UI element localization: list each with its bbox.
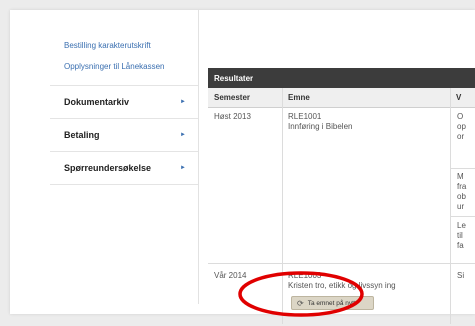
column-divider <box>282 88 283 324</box>
semester-cell: Vår 2014 <box>214 271 247 280</box>
sidebar-item-label: Dokumentarkiv <box>64 97 130 107</box>
v-cell-text: Le <box>457 221 466 230</box>
sidebar-item-dokumentarkiv[interactable]: Dokumentarkiv ► <box>50 85 198 118</box>
v-cell-text: Si <box>457 271 465 280</box>
retake-course-button[interactable]: ⟳ Ta emnet på nytt <box>291 296 374 310</box>
v-cell-text: op <box>457 122 466 131</box>
link-transcript-order[interactable]: Bestilling karakterutskrift <box>64 41 151 50</box>
v-cell-text: or <box>457 132 465 141</box>
column-header-semester: Semester <box>208 88 282 108</box>
results-title: Resultater <box>208 68 475 88</box>
sidebar-item-sporreundersokelse[interactable]: Spørreundersøkelse ► <box>50 151 198 184</box>
sidebar: Bestilling karakterutskrift Opplysninger… <box>50 10 199 304</box>
v-cell-text: ob <box>457 192 466 201</box>
retake-course-label: Ta emnet på nytt <box>307 299 356 307</box>
chevron-right-icon: ► <box>180 165 186 171</box>
column-header-emne: Emne <box>282 88 450 108</box>
v-cell-text: fa <box>457 241 464 250</box>
v-cell-text: fra <box>457 182 467 191</box>
course-code: RLE1001 <box>288 112 322 121</box>
course-code: RLE1003 <box>288 271 322 280</box>
sidebar-item-label: Betaling <box>64 130 100 140</box>
row-divider <box>450 216 475 217</box>
v-cell-text: til <box>457 231 463 240</box>
sidebar-item-label: Spørreundersøkelse <box>64 163 152 173</box>
v-cell-text: ur <box>457 202 465 211</box>
link-lanekassen-info[interactable]: Opplysninger til Lånekassen <box>64 62 165 71</box>
sidebar-item-betaling[interactable]: Betaling ► <box>50 118 198 151</box>
results-table: Resultater Semester Emne V Høst 2013 RLE… <box>208 68 475 324</box>
row-divider <box>208 263 475 264</box>
v-cell-text: M <box>457 172 464 181</box>
course-name: Kristen tro, etikk og livssyn ing <box>288 281 396 290</box>
refresh-icon: ⟳ <box>297 298 304 308</box>
v-cell-text: O <box>457 112 464 121</box>
chevron-right-icon: ► <box>180 99 186 105</box>
semester-cell: Høst 2013 <box>214 112 251 121</box>
chevron-right-icon: ► <box>180 132 186 138</box>
page-sheet: Bestilling karakterutskrift Opplysninger… <box>10 10 475 324</box>
sidebar-divider <box>50 184 198 185</box>
column-divider <box>450 88 451 324</box>
row-divider <box>450 168 475 169</box>
course-name: Innføring i Bibelen <box>288 122 353 131</box>
column-header-v: V <box>450 88 475 108</box>
